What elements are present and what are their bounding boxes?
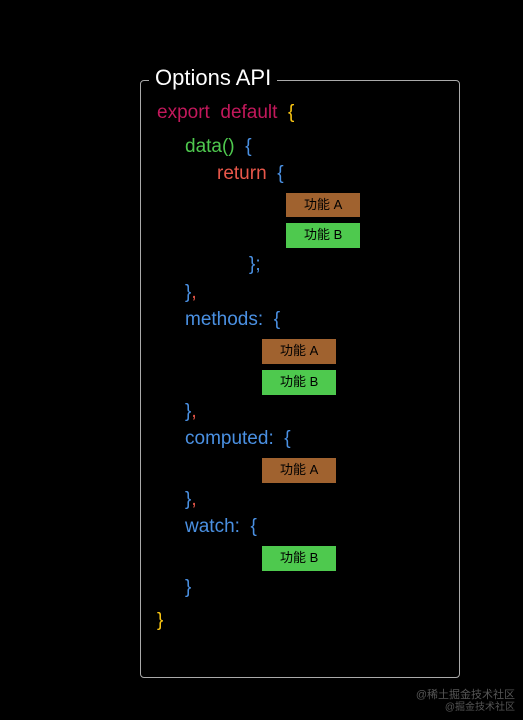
semicolon: ; [255, 254, 260, 275]
watermark-line1: @稀土掘金技术社区 [416, 689, 515, 702]
brace-open: { [274, 309, 280, 330]
feature-b-tag: 功能 B [261, 545, 337, 572]
code-line: methods: { [157, 306, 443, 334]
code-line: data() { [157, 133, 443, 161]
code-line: }, [157, 398, 443, 426]
feature-a-tag: 功能 A [261, 338, 337, 365]
kw-export: export [157, 102, 210, 123]
code-line: }, [157, 279, 443, 307]
code-block: export default { data() { return { 功能 A … [141, 81, 459, 645]
code-line: computed: { [157, 425, 443, 453]
comma: , [191, 282, 196, 303]
code-line: watch: { [157, 513, 443, 541]
feature-row: 功能 A [157, 455, 443, 484]
feature-row: 功能 B [157, 367, 443, 396]
panel-title: Options API [149, 65, 277, 91]
comma: , [191, 401, 196, 422]
brace-open: { [284, 428, 290, 449]
code-line: } [157, 574, 443, 602]
code-line: }, [157, 486, 443, 514]
code-line: export default { [157, 99, 443, 127]
code-line: return { [157, 160, 443, 188]
feature-row: 功能 B [157, 543, 443, 572]
kw-return: return [217, 163, 267, 184]
parens: () [222, 136, 235, 157]
options-api-panel: Options API export default { data() { re… [140, 80, 460, 678]
brace-close: } [157, 610, 163, 631]
feature-a-tag: 功能 A [261, 457, 337, 484]
brace-open: { [245, 136, 251, 157]
watermark-line2: @掘金技术社区 [416, 702, 515, 714]
feature-a-tag: 功能 A [285, 192, 361, 219]
feature-b-tag: 功能 B [285, 222, 361, 249]
watermark: @稀土掘金技术社区 @掘金技术社区 [416, 689, 515, 714]
brace-open: { [288, 102, 294, 123]
brace-close: } [185, 577, 191, 598]
feature-row: 功能 B [157, 220, 443, 249]
feature-b-tag: 功能 B [261, 369, 337, 396]
kw-methods: methods: [185, 309, 263, 330]
comma: , [191, 489, 196, 510]
feature-row: 功能 A [157, 336, 443, 365]
kw-data: data [185, 136, 222, 157]
kw-computed: computed: [185, 428, 274, 449]
kw-watch: watch: [185, 516, 240, 537]
code-line: }; [157, 251, 443, 279]
brace-open: { [277, 163, 283, 184]
brace-open: { [250, 516, 256, 537]
code-line: } [157, 607, 443, 635]
feature-row: 功能 A [157, 190, 443, 219]
kw-default: default [220, 102, 277, 123]
